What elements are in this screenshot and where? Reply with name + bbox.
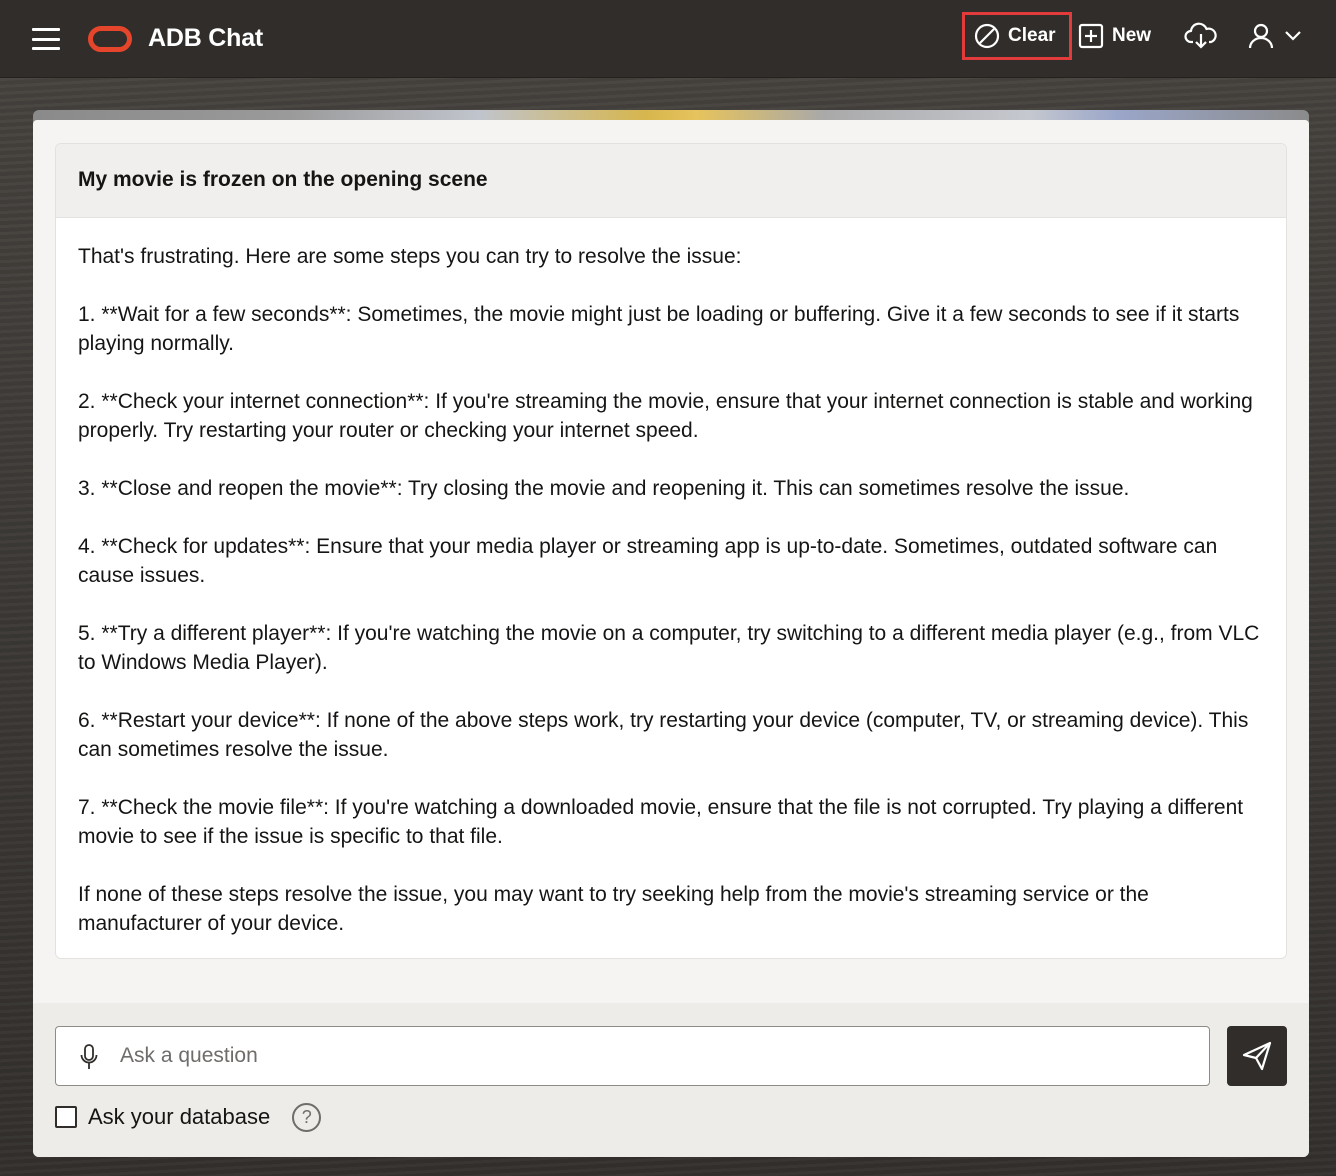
- user-question: My movie is frozen on the opening scene: [56, 144, 1286, 218]
- app-title: ADB Chat: [148, 24, 264, 52]
- answer-paragraph: If none of these steps resolve the issue…: [78, 883, 1149, 935]
- cloud-download-icon: [1184, 22, 1217, 49]
- assistant-answer: That's frustrating. Here are some steps …: [56, 218, 1286, 938]
- user-menu-button[interactable]: [1248, 12, 1302, 60]
- ask-database-label[interactable]: Ask your database: [88, 1104, 270, 1130]
- answer-paragraph: 3. **Close and reopen the movie**: Try c…: [78, 477, 1130, 500]
- clear-icon: [974, 23, 1000, 49]
- chevron-down-icon: [1285, 31, 1301, 41]
- help-icon[interactable]: ?: [292, 1102, 322, 1132]
- chat-panel: My movie is frozen on the opening scene …: [33, 120, 1309, 1157]
- answer-paragraph: 4. **Check for updates**: Ensure that yo…: [78, 535, 1218, 587]
- download-button[interactable]: [1184, 12, 1218, 60]
- oracle-logo-icon: [88, 26, 132, 52]
- new-button-label: New: [1112, 25, 1152, 46]
- answer-paragraph: 2. **Check your internet connection**: I…: [78, 390, 1253, 442]
- clear-button[interactable]: Clear: [962, 12, 1072, 60]
- user-icon: [1248, 23, 1274, 49]
- input-zone: Ask your database ?: [33, 1003, 1309, 1157]
- ask-database-checkbox[interactable]: [55, 1106, 77, 1128]
- send-button[interactable]: [1227, 1026, 1287, 1086]
- clear-button-label: Clear: [1008, 25, 1056, 46]
- chat-message-card: My movie is frozen on the opening scene …: [55, 143, 1287, 959]
- answer-paragraph: 5. **Try a different player**: If you're…: [78, 622, 1260, 674]
- answer-paragraph: 7. **Check the movie file**: If you're w…: [78, 796, 1244, 848]
- ask-database-row: Ask your database ?: [55, 1101, 322, 1133]
- send-icon: [1242, 1041, 1272, 1071]
- hamburger-menu-icon[interactable]: [32, 28, 60, 50]
- question-input[interactable]: [120, 1037, 1200, 1075]
- new-button[interactable]: New: [1078, 12, 1151, 60]
- plus-square-icon: [1078, 23, 1104, 49]
- answer-paragraph: That's frustrating. Here are some steps …: [78, 245, 742, 268]
- answer-paragraph: 6. **Restart your device**: If none of t…: [78, 709, 1249, 761]
- top-header-bar: ADB Chat Clear New: [0, 0, 1336, 78]
- answer-paragraph: 1. **Wait for a few seconds**: Sometimes…: [78, 303, 1240, 355]
- microphone-icon[interactable]: [80, 1044, 98, 1070]
- question-input-container: [55, 1026, 1210, 1086]
